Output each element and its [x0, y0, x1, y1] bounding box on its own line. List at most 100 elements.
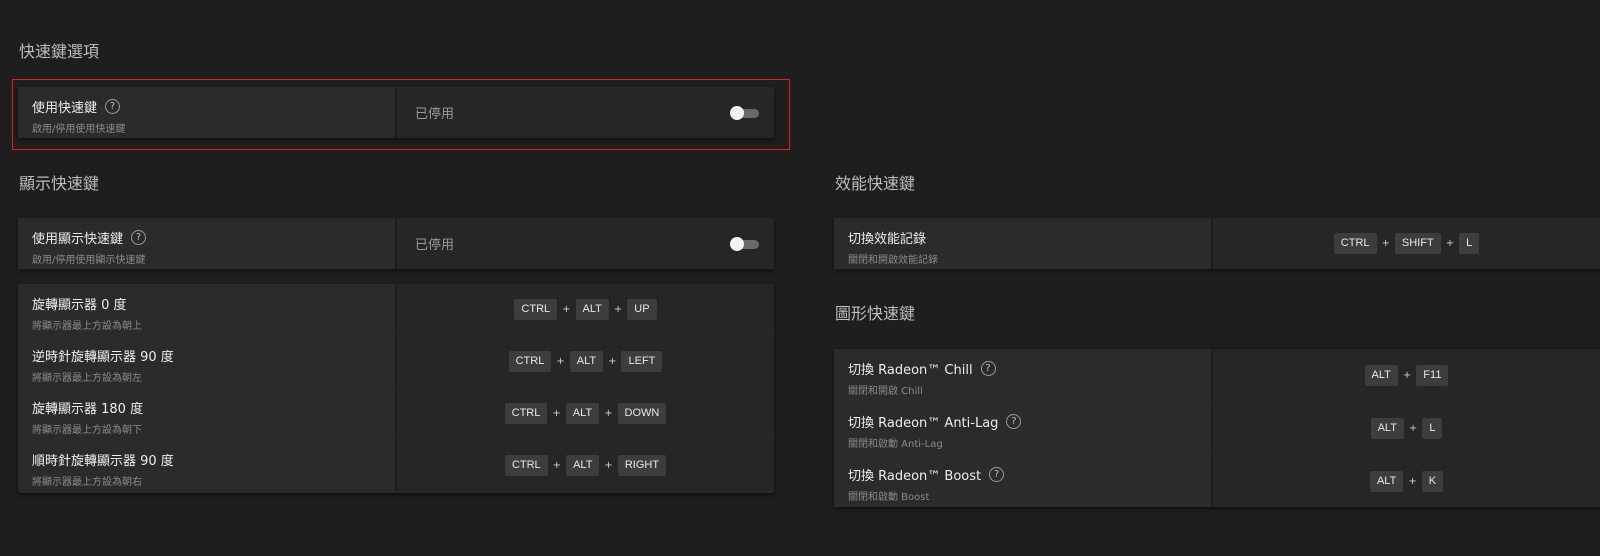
hotkey-combo-cell[interactable]: CTRL + ALT + DOWN: [397, 388, 774, 439]
plus-sign: +: [613, 304, 623, 315]
hotkey-combo-cell[interactable]: ALT + F11: [1213, 349, 1600, 401]
key-cap: L: [1422, 417, 1443, 439]
display-hotkeys-toggle[interactable]: [730, 236, 760, 251]
section-title-display-hotkeys: 顯示快速鍵: [19, 174, 100, 193]
hotkey-subtitle: 關閉和開啟 Chill: [848, 386, 923, 397]
enable-hotkeys-row: 使用快速鍵 ? 啟用/停用使用快速鍵 已停用: [18, 87, 774, 138]
key-cap: DOWN: [617, 403, 667, 424]
key-cap: CTRL: [1333, 233, 1377, 254]
enable-hotkeys-title: 使用快速鍵: [32, 100, 98, 116]
hotkey-row: 切換 Radeon™ Anti-Lag? 關閉和啟動 Anti-Lag ALT + L: [834, 402, 1600, 454]
plus-sign: +: [608, 356, 617, 367]
plus-sign: +: [1402, 369, 1412, 381]
display-enable-status: 已停用: [415, 238, 455, 253]
key-cap: F11: [1416, 364, 1449, 386]
key-cap: ALT: [1364, 364, 1398, 386]
hotkey-combo-cell[interactable]: CTRL + ALT + UP: [397, 284, 774, 335]
display-enable-title: 使用顯示快速鍵: [32, 231, 124, 247]
hotkey-combo-cell[interactable]: CTRL + ALT + LEFT: [397, 336, 774, 387]
toggle-knob: [730, 105, 744, 120]
display-enable-label-cell: 使用顯示快速鍵 ? 啟用/停用使用顯示快速鍵: [18, 218, 397, 269]
key-cap: ALT: [1369, 470, 1404, 492]
key-combo[interactable]: CTRL + SHIFT + L: [1333, 233, 1480, 254]
key-combo[interactable]: ALT + L: [1370, 417, 1443, 439]
enable-hotkeys-subtitle: 啟用/停用使用快速鍵: [32, 124, 126, 135]
hotkey-row: 切換 Radeon™ Chill? 關閉和開啟 Chill ALT + F11: [834, 349, 1600, 401]
key-cap: SHIFT: [1394, 233, 1441, 254]
plus-sign: +: [556, 356, 565, 367]
key-cap: CTRL: [504, 403, 548, 424]
key-cap: K: [1421, 470, 1444, 492]
hotkey-row: 切換效能記錄 關閉和開啟效能記錄 CTRL + SHIFT + L: [834, 218, 1600, 269]
hotkey-title: 旋轉顯示器 180 度: [32, 401, 144, 417]
hotkey-title: 切換 Radeon™ Anti-Lag: [848, 415, 999, 431]
key-cap: CTRL: [508, 351, 552, 372]
key-combo[interactable]: ALT + K: [1369, 470, 1444, 492]
enable-hotkeys-status-cell: 已停用: [397, 87, 774, 138]
plus-sign: +: [604, 408, 613, 419]
plus-sign: +: [1408, 475, 1417, 487]
plus-sign: +: [562, 304, 571, 315]
hotkey-combo-cell[interactable]: CTRL + ALT + RIGHT: [397, 440, 774, 491]
key-combo[interactable]: CTRL + ALT + LEFT: [508, 351, 663, 372]
display-hotkeys-card: 旋轉顯示器 0 度將顯示器最上方設為朝上 CTRL + ALT + UP 逆時針旋轉顯示器 …: [18, 284, 774, 493]
key-combo[interactable]: CTRL + ALT + DOWN: [504, 403, 667, 424]
key-cap: LEFT: [621, 351, 663, 372]
hotkey-combo-cell[interactable]: ALT + L: [1213, 402, 1600, 454]
hotkey-label-cell: 旋轉顯示器 180 度將顯示器最上方設為朝下: [18, 388, 397, 439]
plus-sign: +: [1445, 238, 1455, 249]
key-cap: ALT: [565, 403, 600, 424]
hotkey-title: 旋轉顯示器 0 度: [32, 297, 127, 313]
key-cap: RIGHT: [617, 455, 667, 476]
hotkey-label-cell: 逆時針旋轉顯示器 90 度將顯示器最上方設為朝左: [18, 336, 397, 387]
enable-hotkeys-status: 已停用: [415, 107, 455, 122]
key-cap: ALT: [566, 455, 600, 476]
plus-sign: +: [1408, 422, 1418, 434]
display-enable-subtitle: 啟用/停用使用顯示快速鍵: [32, 255, 146, 266]
enable-hotkeys-label-cell: 使用快速鍵 ? 啟用/停用使用快速鍵: [18, 87, 397, 138]
key-combo[interactable]: CTRL + ALT + UP: [514, 299, 657, 320]
hotkey-subtitle: 關閉和啟動 Anti-Lag: [848, 439, 943, 450]
key-combo[interactable]: ALT + F11: [1364, 364, 1449, 386]
key-cap: L: [1459, 233, 1480, 254]
hotkey-subtitle: 將顯示器最上方設為朝下: [32, 425, 142, 436]
section-title-graphics-hotkeys: 圖形快速鍵: [835, 304, 916, 323]
help-icon[interactable]: ?: [105, 98, 121, 114]
enable-hotkeys-toggle[interactable]: [730, 105, 760, 120]
hotkey-combo-cell[interactable]: CTRL + SHIFT + L: [1213, 218, 1600, 269]
hotkey-label-cell: 切換效能記錄 關閉和開啟效能記錄: [834, 218, 1213, 269]
key-combo[interactable]: CTRL + ALT + RIGHT: [504, 455, 667, 476]
hotkey-label-cell: 切換 Radeon™ Boost? 關閉和啟動 Boost: [834, 455, 1213, 507]
key-cap: ALT: [575, 299, 609, 320]
plus-sign: +: [552, 408, 561, 419]
hotkey-row: 旋轉顯示器 0 度將顯示器最上方設為朝上 CTRL + ALT + UP: [18, 284, 774, 335]
hotkey-subtitle: 將顯示器最上方設為朝上: [32, 321, 142, 332]
hotkey-subtitle: 關閉和啟動 Boost: [848, 492, 930, 503]
hotkey-label-cell: 順時針旋轉顯示器 90 度將顯示器最上方設為朝右: [18, 440, 397, 491]
performance-hotkeys-card: 切換效能記錄 關閉和開啟效能記錄 CTRL + SHIFT + L: [834, 218, 1600, 269]
hotkey-label-cell: 切換 Radeon™ Chill? 關閉和開啟 Chill: [834, 349, 1213, 401]
key-cap: CTRL: [514, 299, 558, 320]
key-cap: UP: [627, 299, 657, 320]
enable-hotkeys-card: 使用快速鍵 ? 啟用/停用使用快速鍵 已停用: [18, 87, 774, 138]
hotkey-label-cell: 切換 Radeon™ Anti-Lag? 關閉和啟動 Anti-Lag: [834, 402, 1213, 454]
hotkey-subtitle: 將顯示器最上方設為朝左: [32, 373, 142, 384]
hotkey-title: 順時針旋轉顯示器 90 度: [32, 453, 174, 469]
help-icon[interactable]: ?: [989, 466, 1005, 482]
toggle-knob: [730, 236, 744, 251]
hotkey-combo-cell[interactable]: ALT + K: [1213, 455, 1600, 507]
help-icon[interactable]: ?: [980, 360, 996, 376]
key-cap: ALT: [1370, 417, 1404, 439]
hotkey-title: 切換效能記錄: [848, 231, 927, 247]
hotkey-row: 逆時針旋轉顯示器 90 度將顯示器最上方設為朝左 CTRL + ALT + LEFT: [18, 336, 774, 387]
plus-sign: +: [1381, 238, 1390, 249]
hotkey-row: 切換 Radeon™ Boost? 關閉和啟動 Boost ALT + K: [834, 455, 1600, 507]
display-enable-row: 使用顯示快速鍵 ? 啟用/停用使用顯示快速鍵 已停用: [18, 218, 774, 269]
hotkey-title: 逆時針旋轉顯示器 90 度: [32, 349, 174, 365]
hotkey-title: 切換 Radeon™ Chill: [848, 362, 973, 378]
help-icon[interactable]: ?: [1006, 413, 1022, 429]
hotkey-subtitle: 將顯示器最上方設為朝右: [32, 477, 142, 488]
help-icon[interactable]: ?: [131, 229, 147, 245]
section-title-performance-hotkeys: 效能快速鍵: [835, 174, 916, 193]
section-title-hotkey-options: 快速鍵選項: [19, 42, 100, 61]
